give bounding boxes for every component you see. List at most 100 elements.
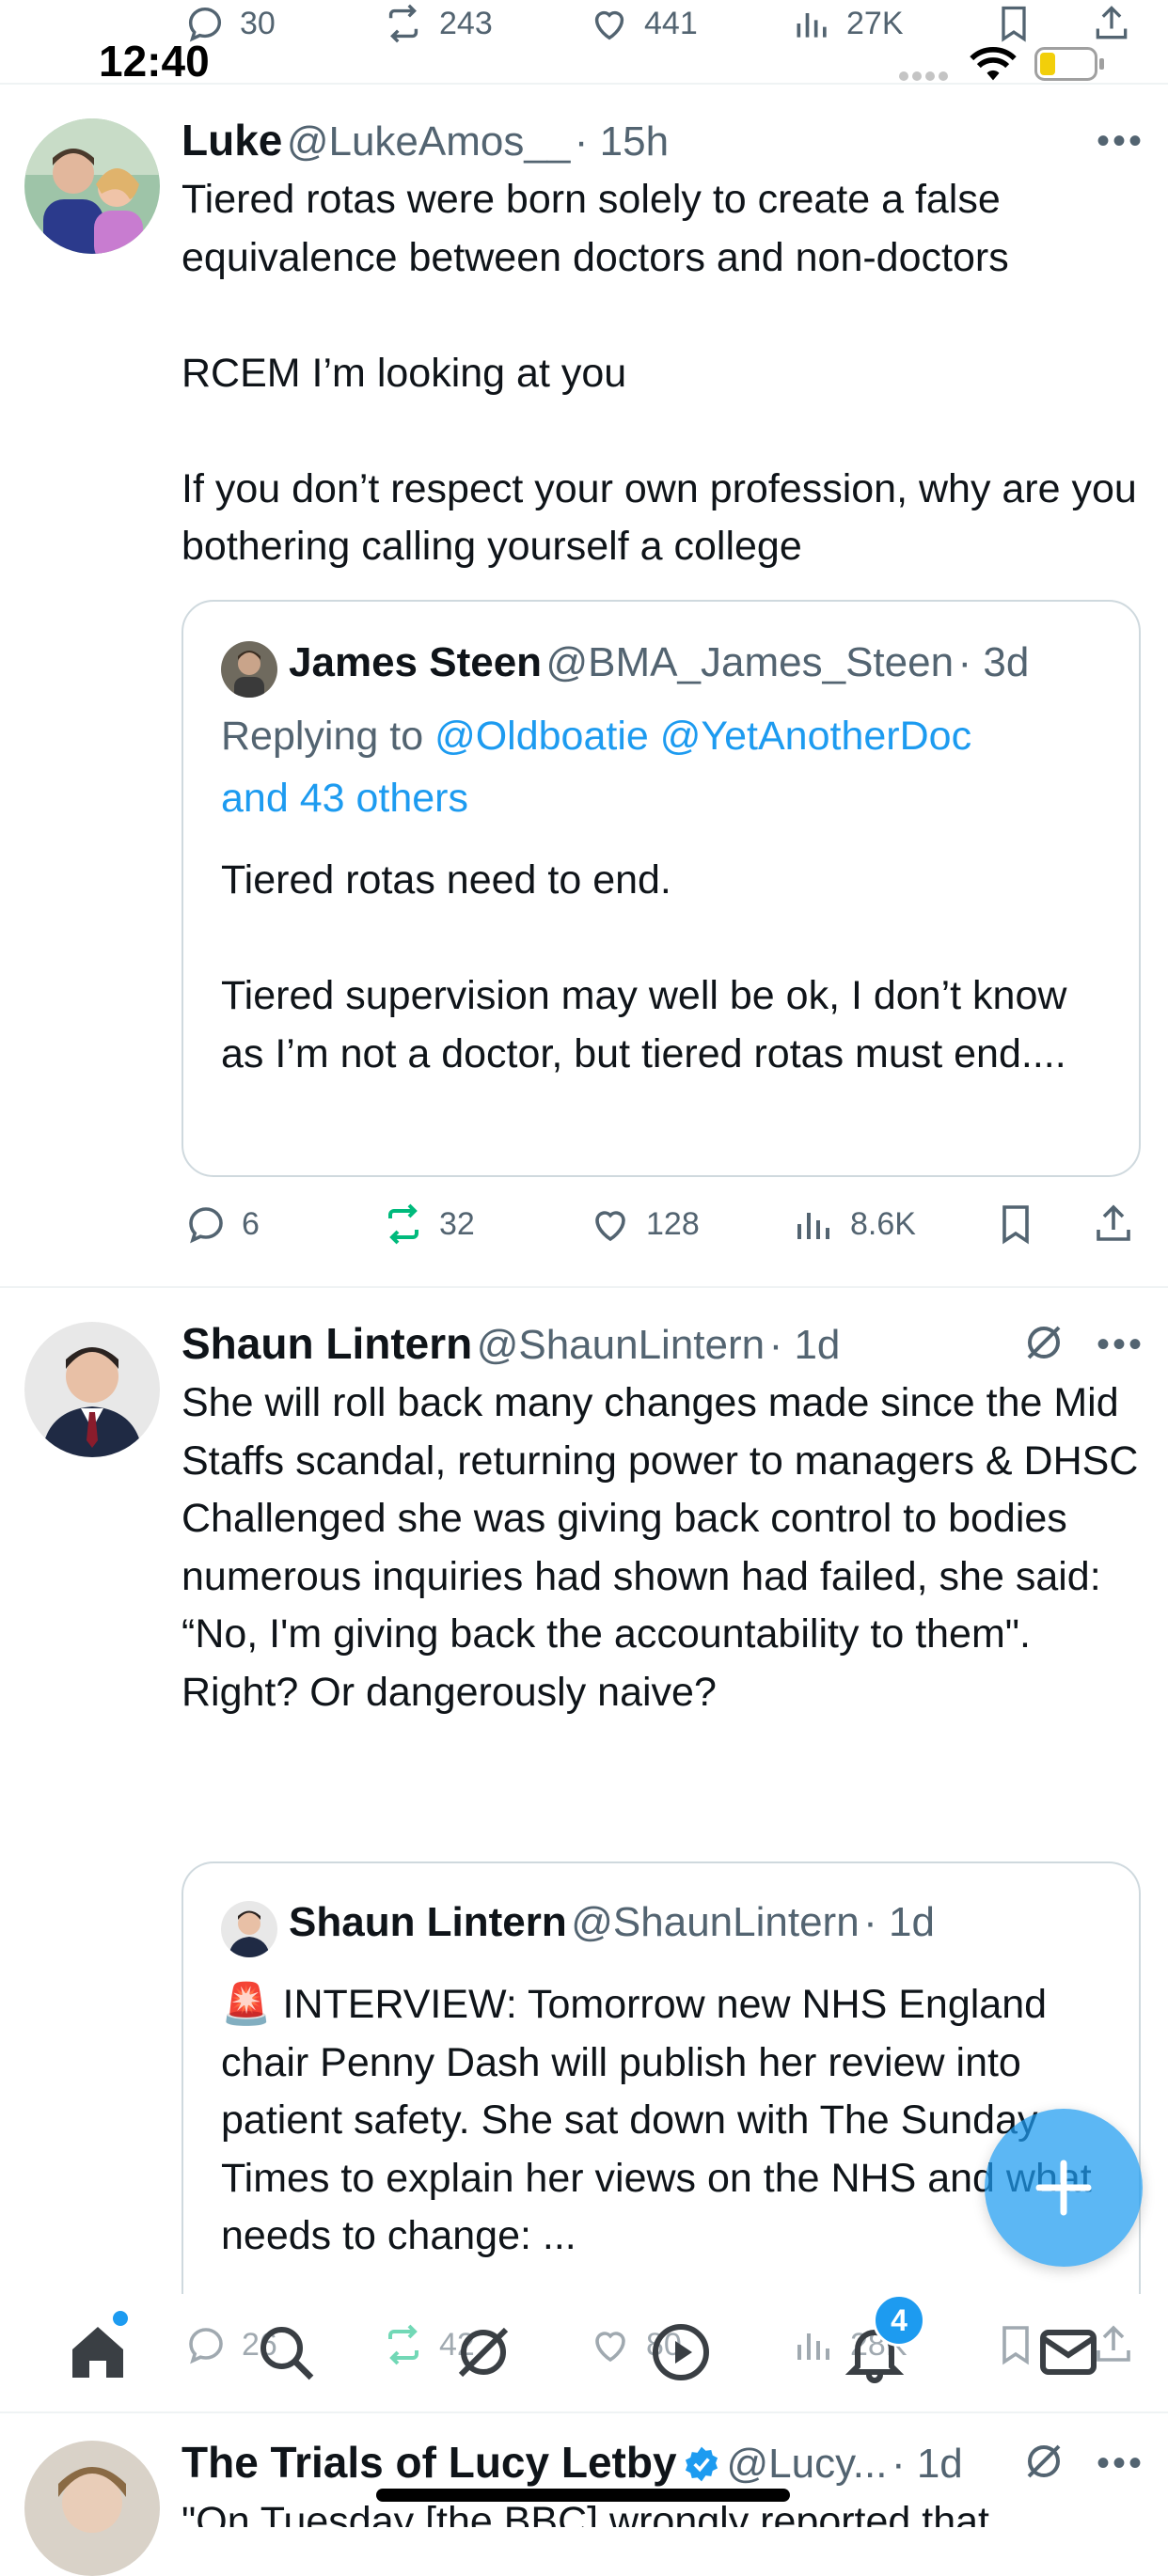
bookmark-button[interactable] (993, 2322, 1038, 2367)
author-name[interactable]: Shaun Lintern (182, 1319, 472, 1368)
replying-to: Replying to @Oldboatie @YetAnotherDoc an… (221, 705, 1105, 829)
mail-icon (1040, 2330, 1097, 2375)
tab-grok[interactable] (450, 2318, 517, 2386)
views-button[interactable]: 8.6K (792, 1202, 916, 1247)
tab-search[interactable] (252, 2318, 320, 2386)
tab-messages[interactable] (1034, 2318, 1102, 2386)
tweet-header: Shaun Lintern @ShaunLintern · 1d (182, 1318, 840, 1369)
views-icon (797, 2333, 829, 2360)
author-handle[interactable]: @Lucy... (726, 2441, 887, 2487)
repost-count: 243 (439, 5, 493, 41)
verified-badge-icon (685, 2446, 718, 2482)
wifi-icon (969, 45, 1018, 87)
unread-dot (113, 2311, 128, 2326)
views-icon (797, 1213, 829, 1239)
reply-button[interactable]: 6 (183, 1202, 260, 1247)
home-icon (72, 2327, 123, 2378)
grok-icon (458, 2327, 509, 2378)
avatar[interactable] (24, 118, 160, 254)
like-button[interactable]: 128 (588, 1202, 700, 1247)
quote-author-handle: @ShaunLintern (571, 1899, 860, 1945)
tab-video[interactable] (647, 2318, 715, 2386)
quote-header: James Steen @BMA_James_Steen · 3d (289, 639, 1029, 686)
avatar[interactable] (24, 1322, 160, 1457)
reply-count: 30 (240, 5, 276, 41)
author-name[interactable]: Luke (182, 116, 282, 165)
repost-action[interactable]: 243 (381, 0, 493, 47)
quote-avatar (221, 641, 277, 698)
quote-time: · 3d (957, 639, 1030, 685)
siren-emoji: 🚨 (221, 1982, 272, 2027)
search-icon (260, 2327, 314, 2380)
notification-badge: 4 (873, 2294, 925, 2347)
plus-icon (1035, 2160, 1092, 2216)
repost-button[interactable]: 32 (381, 1202, 475, 1247)
quote-text-body: INTERVIEW: Tomorrow new NHS England chai… (221, 1982, 1092, 2258)
quote-card[interactable]: James Steen @BMA_James_Steen · 3d Replyi… (182, 600, 1141, 1177)
replying-others[interactable]: and 43 others (221, 776, 468, 821)
quote-author-handle: @BMA_James_Steen (545, 639, 955, 685)
cellular-icon (898, 70, 953, 87)
more-options-icon[interactable]: ••• (1097, 2442, 1144, 2485)
divider (0, 1286, 1168, 1288)
share-icon (1097, 1204, 1130, 1241)
author-handle[interactable]: @ShaunLintern (477, 1322, 765, 1368)
quote-time: · 1d (863, 1899, 935, 1945)
tweet-time: · 1d (891, 2441, 963, 2487)
like-count: 128 (646, 1205, 700, 1242)
tweet-time: · 1d (768, 1322, 841, 1368)
reply-icon (189, 1207, 223, 1244)
status-time: 12:40 (99, 37, 210, 86)
quote-header: Shaun Lintern @ShaunLintern · 1d (289, 1899, 935, 1946)
quote-text: Tiered rotas need to end. Tiered supervi… (221, 857, 1067, 1076)
repost-icon (388, 1203, 418, 1245)
author-name[interactable]: The Trials of Lucy Letby (182, 2438, 677, 2487)
views-count: 8.6K (850, 1205, 916, 1242)
views-count: 27K (846, 5, 904, 41)
quote-author-name: James Steen (289, 639, 543, 685)
share-action[interactable] (1091, 0, 1132, 47)
share-icon (1096, 6, 1128, 39)
views-action[interactable]: 27K (792, 0, 904, 47)
author-handle[interactable]: @LukeAmos__ (287, 118, 571, 165)
views-icon (797, 13, 827, 38)
tab-notifications[interactable]: 4 (841, 2294, 925, 2386)
tweet-header: Luke @LukeAmos__ · 15h (182, 115, 669, 165)
share-button[interactable] (1091, 1202, 1136, 1247)
quote-author-name: Shaun Lintern (289, 1899, 567, 1945)
reply-icon (189, 2328, 223, 2364)
battery-icon (1034, 47, 1106, 86)
tweet-text: She will roll back many changes made sin… (182, 1380, 1139, 1715)
replying-mentions[interactable]: @Oldboatie @YetAnotherDoc (434, 714, 971, 759)
repost-count: 32 (439, 1205, 475, 1242)
bookmark-icon (1002, 1205, 1029, 1245)
bookmark-button[interactable] (993, 1202, 1038, 1247)
avatar[interactable] (24, 2441, 160, 2576)
grok-icon[interactable] (1021, 1320, 1066, 1370)
heart-icon (595, 1211, 625, 1242)
more-options-icon[interactable]: ••• (1097, 120, 1144, 163)
more-options-icon[interactable]: ••• (1097, 1324, 1144, 1366)
tweet-header: The Trials of Lucy Letby @Lucy... · 1d (182, 2437, 963, 2488)
grok-icon[interactable] (1021, 2439, 1066, 2489)
home-indicator (376, 2489, 790, 2502)
quote-avatar (221, 1901, 277, 1957)
tab-home[interactable] (64, 2311, 132, 2386)
repost-icon (388, 2324, 418, 2365)
tweet-time: · 15h (574, 118, 670, 165)
reply-count: 6 (242, 1205, 260, 1242)
replying-prefix: Replying to (221, 714, 435, 759)
divider (0, 83, 1168, 85)
divider (0, 2411, 1168, 2413)
like-count: 441 (644, 5, 698, 41)
tweet-text: Tiered rotas were born solely to create … (182, 177, 1137, 569)
compose-button[interactable] (985, 2109, 1143, 2267)
play-icon (653, 2324, 709, 2380)
bookmark-icon (1002, 2326, 1029, 2365)
bookmark-action[interactable] (993, 0, 1034, 47)
heart-icon (595, 2332, 625, 2363)
like-action[interactable]: 441 (588, 0, 698, 47)
repost-icon (388, 4, 418, 43)
bookmark-icon (1002, 6, 1026, 42)
heart-icon (594, 10, 624, 40)
